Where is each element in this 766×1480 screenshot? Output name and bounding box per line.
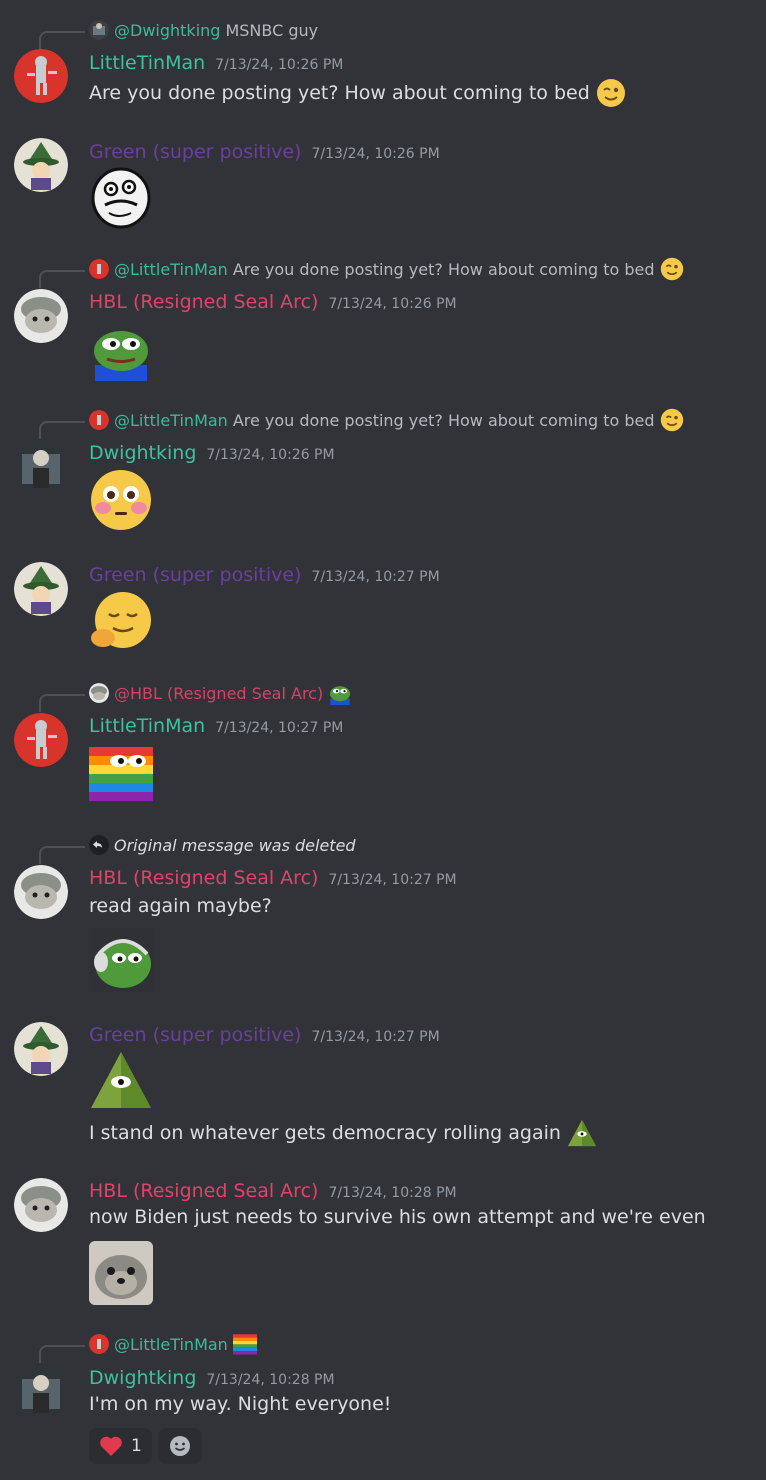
message-header: Dwightking 7/13/24, 10:26 PM xyxy=(89,442,335,468)
littletinman-mini-avatar xyxy=(89,259,109,279)
reply-connector xyxy=(39,421,85,439)
timestamp: 7/13/24, 10:28 PM xyxy=(206,1372,335,1388)
smug-emoji xyxy=(91,592,151,648)
message-text-row: read again maybe? xyxy=(89,895,272,917)
username[interactable]: Dwightking xyxy=(89,1367,196,1389)
message-text-row: I'm on my way. Night everyone! xyxy=(89,1393,391,1415)
rainbow-pepe-emoji xyxy=(89,747,153,801)
heart-reaction[interactable]: 1 xyxy=(89,1428,152,1464)
message-header: LittleTinMan 7/13/24, 10:27 PM xyxy=(89,715,343,741)
message-text: read again maybe? xyxy=(89,895,272,917)
reactions-bar: 1 xyxy=(89,1428,202,1464)
reply-connector xyxy=(39,846,85,864)
reply-mention[interactable]: @LittleTinMan xyxy=(114,1335,228,1354)
littletinman-mini-avatar xyxy=(89,1334,109,1354)
reply-text: MSNBC guy xyxy=(225,20,319,40)
username[interactable]: Green (super positive) xyxy=(89,141,301,163)
pepe-emoji xyxy=(94,331,148,381)
username[interactable]: Dwightking xyxy=(89,442,196,464)
reply-preview[interactable]: @LittleTinMan Are you done posting yet? … xyxy=(89,408,684,432)
green-avatar[interactable] xyxy=(14,562,68,616)
reply-text: Are you done posting yet? How about comi… xyxy=(232,259,655,279)
timestamp: 7/13/24, 10:26 PM xyxy=(206,447,335,463)
reply-connector xyxy=(39,31,85,49)
message-text: I stand on whatever gets democracy rolli… xyxy=(89,1122,561,1144)
pepe-pyramid-emoji xyxy=(91,1052,151,1108)
deleted-notice: Original message was deleted xyxy=(114,835,356,855)
timestamp: 7/13/24, 10:26 PM xyxy=(311,146,440,162)
green-avatar[interactable] xyxy=(14,138,68,192)
littletinman-mini-avatar xyxy=(89,410,109,430)
heart-icon xyxy=(100,1436,122,1456)
timestamp: 7/13/24, 10:27 PM xyxy=(311,1029,440,1045)
littletinman-avatar[interactable] xyxy=(14,713,68,767)
username[interactable]: Green (super positive) xyxy=(89,564,301,586)
reply-mention[interactable]: @HBL (Resigned Seal Arc) xyxy=(114,684,323,703)
dwightking-avatar[interactable] xyxy=(14,1365,68,1419)
add-reaction-icon xyxy=(169,1436,190,1456)
reply-mention[interactable]: @LittleTinMan xyxy=(114,260,228,279)
rainbow-pepe-emoji xyxy=(232,1334,257,1355)
littletinman-avatar[interactable] xyxy=(14,49,68,103)
timestamp: 7/13/24, 10:26 PM xyxy=(328,296,457,312)
message-header: Dwightking 7/13/24, 10:28 PM xyxy=(89,1367,335,1393)
message-header: Green (super positive) 7/13/24, 10:27 PM xyxy=(89,1024,440,1050)
timestamp: 7/13/24, 10:27 PM xyxy=(215,720,344,736)
reply-preview[interactable]: @Dwightking MSNBC guy xyxy=(89,19,318,41)
message-text-row: Are you done posting yet? How about comi… xyxy=(89,78,626,108)
username[interactable]: HBL (Resigned Seal Arc) xyxy=(89,1180,318,1202)
reply-preview[interactable]: @HBL (Resigned Seal Arc) xyxy=(89,682,352,705)
message-header: LittleTinMan 7/13/24, 10:26 PM xyxy=(89,52,343,78)
message-text: I'm on my way. Night everyone! xyxy=(89,1393,392,1415)
message-text: now Biden just needs to survive his own … xyxy=(89,1206,706,1228)
message-header: Green (super positive) 7/13/24, 10:27 PM xyxy=(89,564,440,590)
hbl-avatar[interactable] xyxy=(14,865,68,919)
hbl-avatar[interactable] xyxy=(14,1178,68,1232)
username[interactable]: LittleTinMan xyxy=(89,715,205,737)
dwightking-mini-avatar xyxy=(89,20,109,40)
wink-emoji xyxy=(596,79,625,107)
dwightking-avatar[interactable] xyxy=(14,440,68,494)
reply-arrow-icon xyxy=(89,835,109,855)
wink-emoji xyxy=(660,257,683,281)
green-avatar[interactable] xyxy=(14,1022,68,1076)
username[interactable]: Green (super positive) xyxy=(89,1024,301,1046)
username[interactable]: LittleTinMan xyxy=(89,52,205,74)
add-reaction-button[interactable] xyxy=(157,1428,202,1464)
reply-connector xyxy=(39,1345,85,1363)
rage-face-emoji xyxy=(91,167,151,229)
wink-emoji xyxy=(660,408,683,432)
timestamp: 7/13/24, 10:27 PM xyxy=(311,569,440,585)
pepe-headphones-emoji xyxy=(89,928,153,992)
username[interactable]: HBL (Resigned Seal Arc) xyxy=(89,291,318,313)
seal-emoji xyxy=(89,1241,153,1305)
reply-connector xyxy=(39,694,85,712)
reply-mention[interactable]: @Dwightking xyxy=(114,21,220,40)
message-header: HBL (Resigned Seal Arc) 7/13/24, 10:28 P… xyxy=(89,1180,457,1206)
message-header: Green (super positive) 7/13/24, 10:26 PM xyxy=(89,141,440,167)
timestamp: 7/13/24, 10:26 PM xyxy=(215,57,344,73)
message-text-row: now Biden just needs to survive his own … xyxy=(89,1206,706,1228)
pepe-emoji xyxy=(330,686,351,705)
timestamp: 7/13/24, 10:28 PM xyxy=(328,1185,457,1201)
timestamp: 7/13/24, 10:27 PM xyxy=(328,872,457,888)
message-header: HBL (Resigned Seal Arc) 7/13/24, 10:26 P… xyxy=(89,291,457,317)
pepe-pyramid-emoji xyxy=(567,1119,597,1147)
flushed-emoji xyxy=(91,470,151,530)
hbl-mini-avatar xyxy=(89,683,109,703)
message-text: Are you done posting yet? How about comi… xyxy=(89,82,590,104)
reply-preview: Original message was deleted xyxy=(89,834,356,856)
reply-mention[interactable]: @LittleTinMan xyxy=(114,411,228,430)
message-text-row: I stand on whatever gets democracy rolli… xyxy=(89,1118,597,1148)
reply-text: Are you done posting yet? How about comi… xyxy=(232,410,655,430)
hbl-avatar[interactable] xyxy=(14,289,68,343)
username[interactable]: HBL (Resigned Seal Arc) xyxy=(89,867,318,889)
message-header: HBL (Resigned Seal Arc) 7/13/24, 10:27 P… xyxy=(89,867,457,893)
reply-preview[interactable]: @LittleTinMan xyxy=(89,1333,257,1355)
reaction-count: 1 xyxy=(131,1436,142,1456)
reply-preview[interactable]: @LittleTinMan Are you done posting yet? … xyxy=(89,257,684,281)
reply-connector xyxy=(39,270,85,288)
